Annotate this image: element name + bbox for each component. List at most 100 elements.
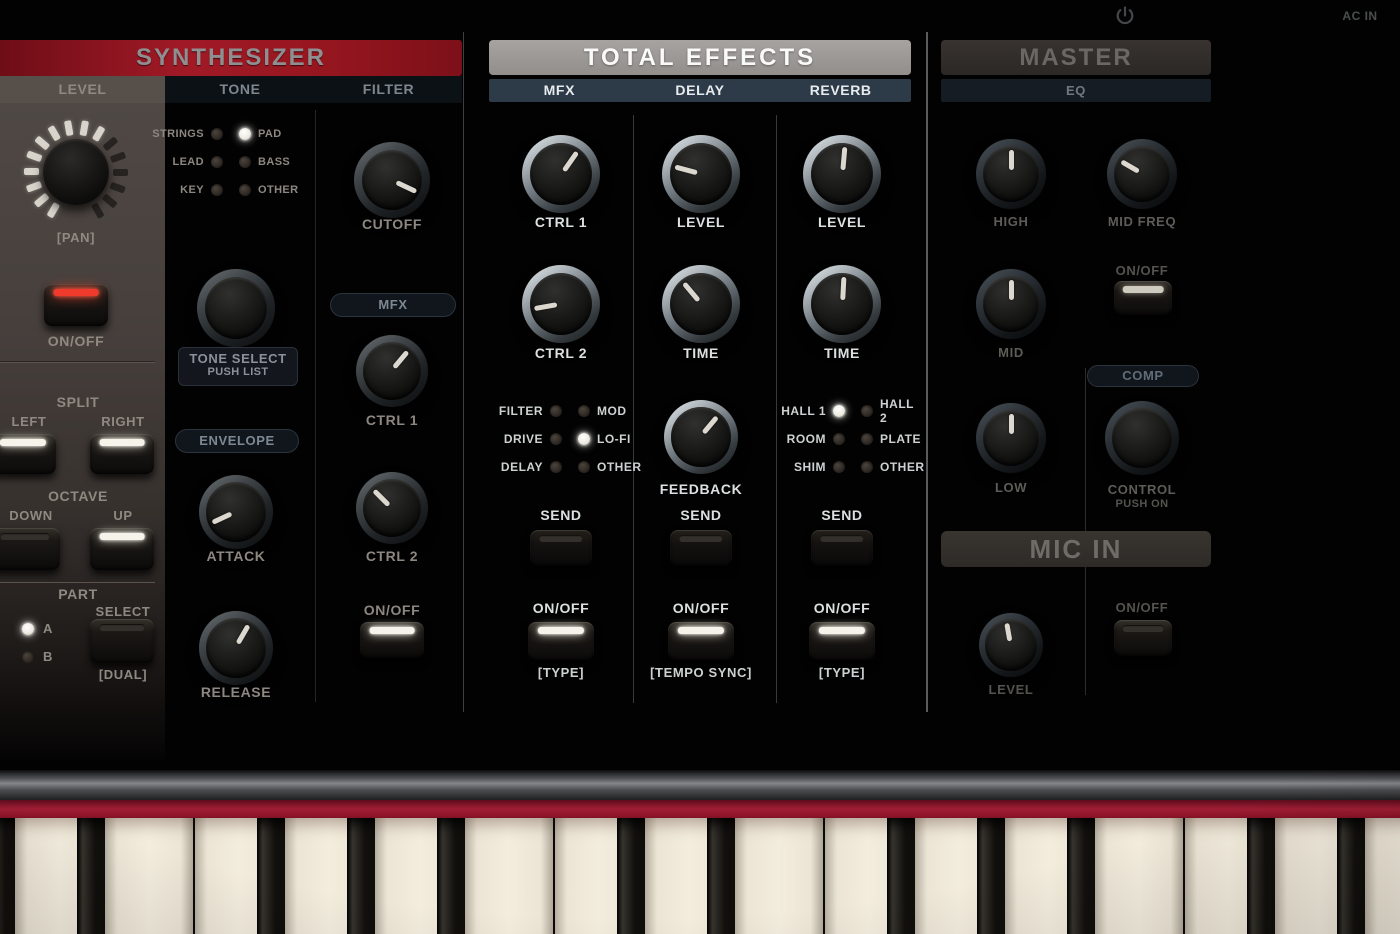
mfx-led-label: OTHER xyxy=(597,460,642,474)
reverb-send-button[interactable] xyxy=(811,530,873,566)
mfx-led-row-1: FILTER MOD xyxy=(489,403,633,419)
tone-led-label: STRINGS xyxy=(150,128,204,140)
reverb-other-led xyxy=(861,461,873,473)
mfx-send-lamp xyxy=(539,535,582,542)
fx-mfx-ctrl2-label: CTRL 2 xyxy=(511,345,611,361)
white-key[interactable] xyxy=(735,818,823,934)
eq-mid-knob[interactable] xyxy=(976,269,1046,339)
white-key[interactable] xyxy=(1365,818,1400,934)
power-icon[interactable] xyxy=(1113,4,1137,28)
eq-high-label: HIGH xyxy=(961,214,1061,229)
reverb-send-lamp xyxy=(820,535,863,542)
comp-control-label: CONTROL xyxy=(1092,482,1192,497)
split-left-lamp xyxy=(0,439,46,446)
divider xyxy=(0,581,155,582)
filter-subheader: FILTER xyxy=(315,76,462,103)
release-label: RELEASE xyxy=(186,684,286,700)
filter-mfx-on-off-button[interactable] xyxy=(360,622,424,658)
mfx-on-off-button[interactable] xyxy=(528,622,594,660)
dual-label: [DUAL] xyxy=(90,667,156,682)
split-right-button[interactable] xyxy=(90,434,154,474)
tone-select-label: TONE SELECT xyxy=(179,351,297,366)
tone-subheader: TONE xyxy=(165,76,315,103)
lead-led xyxy=(211,156,223,168)
delay-time-knob[interactable] xyxy=(662,265,740,343)
octave-down-lamp xyxy=(1,533,50,540)
comp-header: COMP xyxy=(1087,365,1199,387)
synth-on-off-label: ON/OFF xyxy=(18,333,134,349)
shim-led xyxy=(833,461,845,473)
reverb-led-label: ROOM xyxy=(772,432,826,446)
plate-led xyxy=(861,433,873,445)
pan-label: [PAN] xyxy=(18,230,134,245)
tone-led-label: BASS xyxy=(258,156,290,168)
push-list-label: PUSH LIST xyxy=(179,366,297,378)
eq-low-knob[interactable] xyxy=(976,403,1046,473)
filter-mfx-on-off-label: ON/OFF xyxy=(342,602,442,618)
octave-up-lamp xyxy=(100,533,145,540)
reverb-time-knob[interactable] xyxy=(803,265,881,343)
delay-feedback-label: FEEDBACK xyxy=(646,481,756,497)
reverb-led-row-3: SHIM OTHER xyxy=(772,459,916,475)
mfx-led-label: LO-FI xyxy=(597,432,631,446)
keyboard-felt-strip xyxy=(0,800,1400,820)
reverb-subheader: REVERB xyxy=(770,79,911,102)
eq-high-knob[interactable] xyxy=(976,139,1046,209)
reverb-led-label: OTHER xyxy=(880,460,925,474)
cutoff-label: CUTOFF xyxy=(342,216,442,232)
octave-down-button[interactable] xyxy=(0,528,60,570)
delay-on-off-button[interactable] xyxy=(668,622,734,660)
fx-mfx-ctrl2-knob[interactable] xyxy=(522,265,600,343)
octave-header: OCTAVE xyxy=(18,488,138,504)
white-key[interactable] xyxy=(1095,818,1183,934)
octave-up-button[interactable] xyxy=(90,528,154,570)
level-knob[interactable] xyxy=(43,139,109,205)
reverb-on-off-button[interactable] xyxy=(809,622,875,660)
comp-control-knob[interactable] xyxy=(1105,401,1179,475)
filter-type-led xyxy=(550,405,562,417)
part-select-button[interactable] xyxy=(90,619,154,663)
hall2-led xyxy=(861,405,873,417)
filter-ctrl2-knob[interactable] xyxy=(356,472,428,544)
mfx-led-row-3: DELAY OTHER xyxy=(489,459,633,475)
mic-on-off-button[interactable] xyxy=(1114,620,1172,656)
drive-led xyxy=(550,433,562,445)
delay-send-label: SEND xyxy=(651,507,751,523)
total-effects-header: TOTAL EFFECTS xyxy=(489,40,911,75)
attack-knob[interactable] xyxy=(199,475,273,549)
split-left-button[interactable] xyxy=(0,434,56,474)
reverb-on-off-lamp xyxy=(819,627,865,634)
envelope-header: ENVELOPE xyxy=(175,429,299,453)
white-key[interactable] xyxy=(465,818,553,934)
delay-level-knob[interactable] xyxy=(662,135,740,213)
part-a-label: A xyxy=(43,621,53,636)
eq-mid-freq-knob[interactable] xyxy=(1107,139,1177,209)
delay-send-button[interactable] xyxy=(670,530,732,566)
mic-level-knob[interactable] xyxy=(979,613,1043,677)
reverb-led-row-1: HALL 1 HALL 2 xyxy=(772,403,916,419)
mfx-led-label: DRIVE xyxy=(489,432,543,446)
divider xyxy=(315,110,316,702)
delay-feedback-knob[interactable] xyxy=(664,400,738,474)
synth-on-off-button[interactable] xyxy=(44,284,108,326)
tone-select-knob[interactable] xyxy=(197,269,275,347)
part-b-led xyxy=(22,651,34,663)
mfx-type-label: [TYPE] xyxy=(511,665,611,680)
mfx-send-label: SEND xyxy=(511,507,611,523)
part-a-indicator: A xyxy=(22,621,53,636)
delay-type-led xyxy=(550,461,562,473)
delay-subheader: DELAY xyxy=(630,79,771,102)
octave-down-label: DOWN xyxy=(0,508,62,523)
divider xyxy=(0,361,155,362)
release-knob[interactable] xyxy=(199,611,273,685)
reverb-level-knob[interactable] xyxy=(803,135,881,213)
cutoff-knob[interactable] xyxy=(354,142,430,218)
filter-ctrl1-knob[interactable] xyxy=(356,335,428,407)
octave-up-label: UP xyxy=(94,508,152,523)
ac-in-label: AC IN xyxy=(1330,9,1390,23)
white-key[interactable] xyxy=(105,818,193,934)
fx-mfx-ctrl1-knob[interactable] xyxy=(522,135,600,213)
eq-on-off-button[interactable] xyxy=(1114,281,1172,315)
mfx-send-button[interactable] xyxy=(530,530,592,566)
mic-in-header: MIC IN xyxy=(941,531,1211,567)
